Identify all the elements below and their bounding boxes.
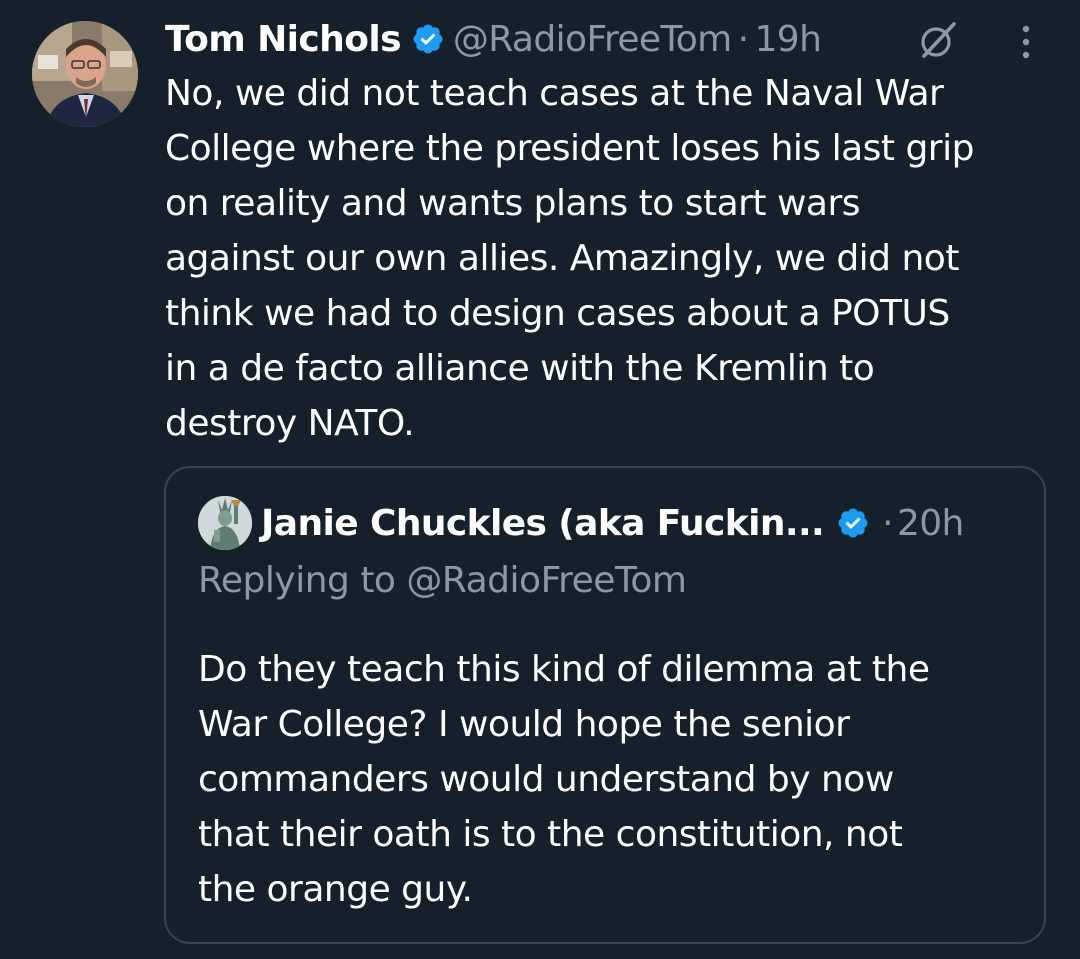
header-separator: · — [737, 18, 749, 60]
verified-badge-icon[interactable] — [836, 506, 870, 540]
quoted-author-avatar[interactable] — [198, 496, 252, 550]
tweet-text: No, we did not teach cases at the Naval … — [165, 73, 974, 444]
author-name[interactable]: Tom Nichols — [165, 19, 401, 60]
quoted-tweet-header: Janie Chuckles (aka Fuckin... · 20h — [261, 498, 964, 548]
author-avatar[interactable] — [32, 21, 138, 127]
grok-icon[interactable] — [916, 18, 960, 62]
more-options-icon[interactable] — [1016, 20, 1036, 64]
tweet-timestamp[interactable]: 19h — [754, 19, 821, 60]
quoted-tweet-text: Do they teach this kind of dilemma at th… — [198, 649, 930, 910]
author-handle[interactable]: @RadioFreeTom — [453, 19, 732, 60]
quoted-author-name[interactable]: Janie Chuckles (aka Fuckin... — [261, 503, 825, 544]
verified-badge-icon[interactable] — [411, 22, 445, 56]
replying-to-label[interactable]: Replying to @RadioFreeTom — [198, 560, 687, 601]
quoted-tweet-timestamp[interactable]: 20h — [897, 503, 964, 544]
quoted-tweet-card[interactable]: Janie Chuckles (aka Fuckin... · 20h Repl… — [164, 466, 1046, 944]
quoted-header-separator: · — [882, 502, 893, 544]
tweet-header: Tom Nichols @RadioFreeTom · 19h — [165, 14, 822, 64]
